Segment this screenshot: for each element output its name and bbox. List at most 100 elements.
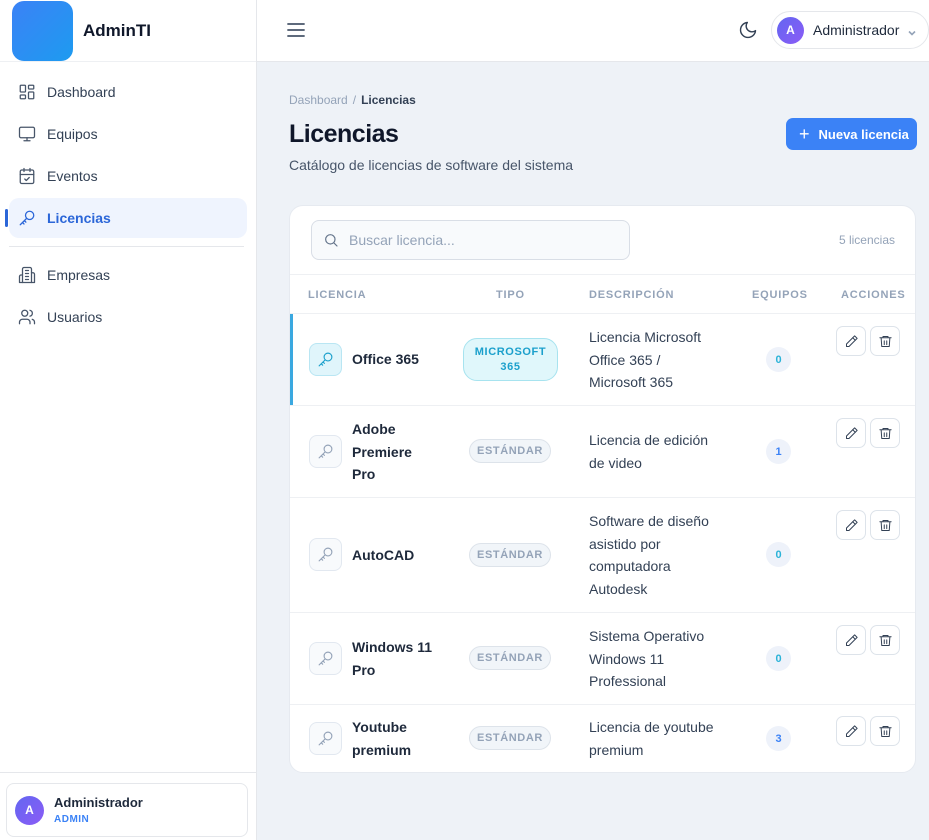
plus-icon: +: [799, 124, 810, 144]
sidebar-item-licencias[interactable]: Licencias: [5, 198, 247, 238]
monitor-icon: [18, 126, 36, 142]
sidebar-item-equipos[interactable]: Equipos: [9, 114, 247, 154]
table-row[interactable]: Youtube premium ESTÁNDAR Licencia de you…: [290, 705, 915, 772]
breadcrumb: Dashboard / Licencias: [289, 93, 416, 107]
search-box[interactable]: [311, 220, 630, 260]
license-name: Office 365: [352, 351, 419, 367]
delete-button[interactable]: [870, 418, 900, 448]
column-header[interactable]: TIPO: [496, 289, 525, 301]
edit-button[interactable]: [836, 510, 866, 540]
key-icon: [309, 538, 342, 571]
user-menu-name: Administrador: [813, 22, 900, 38]
avatar: A: [15, 795, 44, 825]
brand[interactable]: AdminTI: [0, 0, 256, 62]
type-badge: ESTÁNDAR: [469, 543, 551, 567]
trash-icon: [878, 335, 892, 347]
hamburger-icon: [287, 23, 305, 37]
topbar: A Administrador: [257, 0, 929, 62]
trash-icon: [878, 725, 892, 737]
sidebar-footer-divider: [0, 772, 256, 773]
theme-toggle-button[interactable]: [738, 20, 758, 40]
app-name: AdminTI: [83, 20, 151, 40]
trash-icon: [878, 519, 892, 531]
page-title: Licencias: [289, 120, 399, 148]
key-icon: [309, 722, 342, 755]
sidebar-item-usuarios[interactable]: Usuarios: [9, 297, 247, 337]
sidebar-divider: [9, 246, 244, 247]
user-menu-button[interactable]: A Administrador: [771, 11, 929, 49]
user-name: Administrador: [54, 795, 143, 810]
edit-button[interactable]: [836, 418, 866, 448]
sidebar-item-eventos[interactable]: Eventos: [9, 156, 247, 196]
key-icon: [309, 435, 342, 468]
pencil-icon: [845, 334, 858, 347]
column-header[interactable]: LICENCIA: [308, 289, 366, 301]
license-count: 5 licencias: [838, 233, 895, 247]
breadcrumb-current: Licencias: [361, 93, 416, 107]
moon-icon: [739, 21, 757, 39]
user-role: ADMIN: [54, 814, 90, 825]
user-info: Administrador ADMIN: [54, 795, 143, 825]
trash-icon: [878, 427, 892, 439]
chevron-down-icon: [907, 25, 917, 36]
column-header[interactable]: ACCIONES: [841, 289, 905, 301]
search-icon: [325, 234, 338, 247]
equipos-count: 1: [766, 439, 791, 464]
sidebar-item-label: Usuarios: [47, 309, 103, 325]
menu-toggle-button[interactable]: [287, 20, 305, 40]
sidebar-item-label: Empresas: [47, 267, 111, 283]
new-license-button[interactable]: + Nueva licencia: [786, 118, 917, 150]
breadcrumb-dashboard-link[interactable]: Dashboard: [289, 93, 348, 107]
license-description: Licencia de edición de video: [589, 432, 709, 471]
edit-button[interactable]: [836, 625, 866, 655]
sidebar-item-label: Dashboard: [47, 84, 116, 100]
license-name: Youtube premium: [352, 719, 412, 758]
sidebar-item-dashboard[interactable]: Dashboard: [9, 72, 247, 112]
building-icon: [18, 266, 36, 284]
table-row[interactable]: Office 365 MICROSOFT 365 Licencia Micros…: [290, 314, 915, 406]
new-license-label: Nueva licencia: [818, 126, 909, 142]
delete-button[interactable]: [870, 326, 900, 356]
type-badge: ESTÁNDAR: [469, 439, 551, 463]
calendar-icon: [19, 167, 35, 185]
licenses-card: 5 licencias LICENCIA TIPO DESCRIPCIÓN EQ…: [289, 205, 916, 773]
edit-button[interactable]: [836, 326, 866, 356]
table-row[interactable]: Windows 11 Pro ESTÁNDAR Sistema Operativ…: [290, 613, 915, 705]
sidebar: AdminTI Dashboard Equipos Eventos Licenc…: [0, 0, 257, 840]
equipos-count: 0: [766, 646, 791, 671]
license-description: Sistema Operativo Windows 11 Professiona…: [589, 628, 705, 689]
column-header[interactable]: DESCRIPCIÓN: [589, 289, 674, 301]
type-badge: MICROSOFT 365: [463, 338, 558, 381]
avatar: A: [777, 16, 804, 44]
delete-button[interactable]: [870, 625, 900, 655]
license-name: Windows 11 Pro: [352, 639, 433, 678]
license-description: Licencia de youtube premium: [589, 719, 714, 758]
table-row[interactable]: Adobe Premiere Pro ESTÁNDAR Licencia de …: [290, 406, 915, 498]
sidebar-item-empresas[interactable]: Empresas: [9, 255, 247, 295]
pencil-icon: [845, 633, 858, 646]
column-header[interactable]: EQUIPOS: [752, 289, 808, 301]
edit-button[interactable]: [836, 716, 866, 746]
pencil-icon: [845, 426, 858, 439]
sidebar-nav: Dashboard Equipos Eventos Licencias Empr…: [0, 62, 256, 337]
license-description: Software de diseño asistido por computad…: [589, 513, 709, 597]
key-icon: [309, 343, 342, 376]
delete-button[interactable]: [870, 716, 900, 746]
sidebar-user-card[interactable]: A Administrador ADMIN: [6, 783, 248, 837]
key-icon: [309, 642, 342, 675]
sidebar-item-label: Eventos: [47, 168, 98, 184]
delete-button[interactable]: [870, 510, 900, 540]
table-row[interactable]: AutoCAD ESTÁNDAR Software de diseño asis…: [290, 498, 915, 613]
license-name: AutoCAD: [352, 547, 415, 563]
sidebar-item-label: Licencias: [47, 210, 111, 226]
key-icon: [19, 210, 35, 226]
type-badge: ESTÁNDAR: [469, 726, 551, 750]
table-header: LICENCIA TIPO DESCRIPCIÓN EQUIPOS ACCION…: [290, 274, 915, 314]
pencil-icon: [845, 724, 858, 737]
equipos-count: 3: [766, 726, 791, 751]
type-badge: ESTÁNDAR: [469, 646, 551, 670]
equipos-count: 0: [766, 542, 791, 567]
app-logo: [12, 0, 73, 61]
equipos-count: 0: [766, 347, 791, 372]
search-input[interactable]: [349, 232, 609, 248]
